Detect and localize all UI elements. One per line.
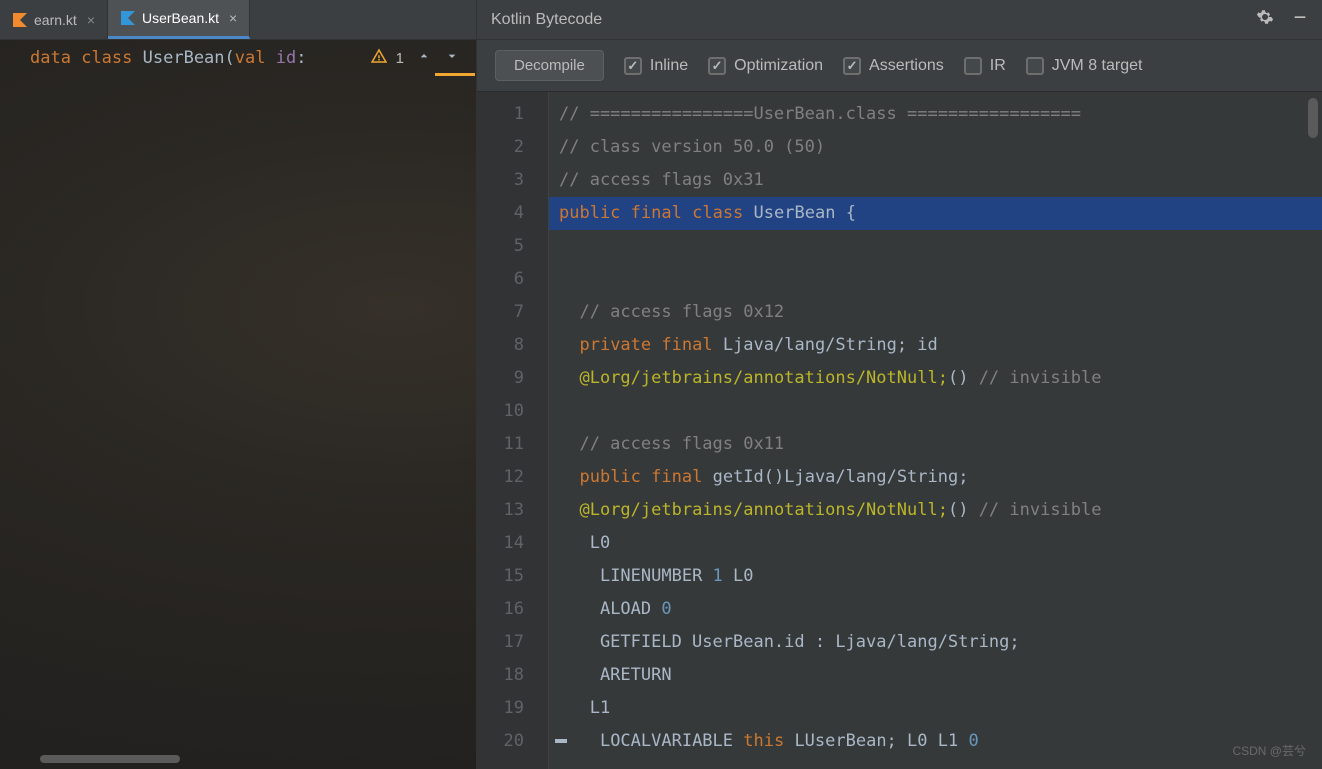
kw-data: data	[30, 48, 71, 68]
code-line[interactable]	[549, 395, 1322, 428]
code-line[interactable]: ALOAD 0	[549, 593, 1322, 626]
nav-down-icon[interactable]	[440, 46, 464, 71]
line-number: 6	[477, 263, 548, 296]
option-inline[interactable]: Inline	[624, 57, 688, 75]
option-label: Assertions	[869, 57, 944, 75]
line-number: 13	[477, 494, 548, 527]
kw-val: val	[235, 48, 266, 68]
line-number: 2	[477, 131, 548, 164]
horizontal-scrollbar[interactable]	[40, 755, 180, 763]
option-assertions[interactable]: Assertions	[843, 57, 944, 75]
line-number: 18	[477, 659, 548, 692]
checkbox[interactable]	[708, 57, 726, 75]
line-number: 14	[477, 527, 548, 560]
lparen: (	[225, 48, 235, 68]
checkbox[interactable]	[1026, 57, 1044, 75]
line-number: 8	[477, 329, 548, 362]
code-line[interactable]: public final class UserBean {	[549, 197, 1322, 230]
field-id: id	[276, 48, 296, 68]
decompile-button[interactable]: Decompile	[495, 50, 604, 81]
checkbox[interactable]	[624, 57, 642, 75]
line-number: 19	[477, 692, 548, 725]
code-line[interactable]: @Lorg/jetbrains/annotations/NotNull;() /…	[549, 362, 1322, 395]
editor-tabs: earn.kt × UserBean.kt ×	[0, 0, 476, 40]
nav-up-icon[interactable]	[412, 46, 436, 71]
close-icon[interactable]: ×	[229, 10, 237, 26]
line-number: 7	[477, 296, 548, 329]
code-line[interactable]: @Lorg/jetbrains/annotations/NotNull;() /…	[549, 494, 1322, 527]
tool-window-title: Kotlin Bytecode	[491, 11, 602, 29]
watermark: CSDN @芸兮	[1232, 742, 1306, 759]
colon: :	[296, 48, 306, 68]
code-line[interactable]: GETFIELD UserBean.id : Ljava/lang/String…	[549, 626, 1322, 659]
option-label: IR	[990, 57, 1006, 75]
kotlin-file-icon	[12, 12, 28, 28]
code-line[interactable]: L1	[549, 692, 1322, 725]
bytecode-view[interactable]: 1234567891011121314151617181920 // =====…	[477, 92, 1322, 769]
editor-pane: earn.kt × UserBean.kt × data class UserBean…	[0, 0, 476, 769]
kotlin-file-icon	[120, 10, 136, 26]
line-number: 4	[477, 197, 548, 230]
editor-status-bar: 1	[370, 46, 464, 71]
kw-class: class	[81, 48, 132, 68]
nav-arrows	[412, 46, 464, 71]
code-line[interactable]: ARETURN	[549, 659, 1322, 692]
option-jvm-8-target[interactable]: JVM 8 target	[1026, 57, 1143, 75]
option-label: JVM 8 target	[1052, 57, 1143, 75]
option-label: Inline	[650, 57, 688, 75]
minimize-icon[interactable]	[1292, 9, 1308, 30]
line-number: 3	[477, 164, 548, 197]
code-lines: // ================UserBean.class ======…	[549, 92, 1322, 769]
code-line[interactable]: L0	[549, 527, 1322, 560]
file-tab[interactable]: UserBean.kt ×	[108, 0, 250, 39]
gear-icon[interactable]	[1256, 8, 1274, 31]
line-number: 5	[477, 230, 548, 263]
line-number: 17	[477, 626, 548, 659]
code-line[interactable]: // access flags 0x11	[549, 428, 1322, 461]
warning-icon[interactable]	[370, 47, 388, 70]
editor-body[interactable]	[0, 76, 476, 769]
code-line[interactable]	[549, 230, 1322, 263]
line-gutter: 1234567891011121314151617181920	[477, 92, 549, 769]
tab-label: UserBean.kt	[142, 10, 219, 26]
line-number: 16	[477, 593, 548, 626]
code-line[interactable]: private final Ljava/lang/String; id	[549, 329, 1322, 362]
code-line[interactable]: // ================UserBean.class ======…	[549, 98, 1322, 131]
code-line[interactable]	[549, 263, 1322, 296]
bytecode-tool-window: Kotlin Bytecode Decompile Inline Optimiza…	[476, 0, 1322, 769]
option-label: Optimization	[734, 57, 823, 75]
class-name: UserBean	[143, 48, 225, 68]
tab-label: earn.kt	[34, 12, 77, 28]
tool-window-header: Kotlin Bytecode	[477, 0, 1322, 40]
code-line[interactable]: public final getId()Ljava/lang/String;	[549, 461, 1322, 494]
gutter-mark	[555, 739, 567, 743]
checkbox[interactable]	[964, 57, 982, 75]
vertical-scrollbar[interactable]	[1308, 98, 1318, 138]
line-number: 15	[477, 560, 548, 593]
line-number: 12	[477, 461, 548, 494]
option-ir[interactable]: IR	[964, 57, 1006, 75]
line-number: 11	[477, 428, 548, 461]
code-line[interactable]: // class version 50.0 (50)	[549, 131, 1322, 164]
checkbox[interactable]	[843, 57, 861, 75]
line-number: 20	[477, 725, 548, 758]
code-line[interactable]: // access flags 0x31	[549, 164, 1322, 197]
close-icon[interactable]: ×	[87, 12, 95, 28]
code-line[interactable]: LOCALVARIABLE this LUserBean; L0 L1 0	[549, 725, 1322, 758]
line-number: 9	[477, 362, 548, 395]
line-number: 10	[477, 395, 548, 428]
editor-first-line[interactable]: data class UserBean ( val id : 1	[0, 40, 476, 76]
line-number: 1	[477, 98, 548, 131]
code-line[interactable]: LINENUMBER 1 L0	[549, 560, 1322, 593]
code-line[interactable]: // access flags 0x12	[549, 296, 1322, 329]
bytecode-toolbar: Decompile Inline Optimization Assertions IR…	[477, 40, 1322, 92]
option-optimization[interactable]: Optimization	[708, 57, 823, 75]
warning-count: 1	[396, 50, 404, 67]
file-tab[interactable]: earn.kt ×	[0, 0, 108, 39]
